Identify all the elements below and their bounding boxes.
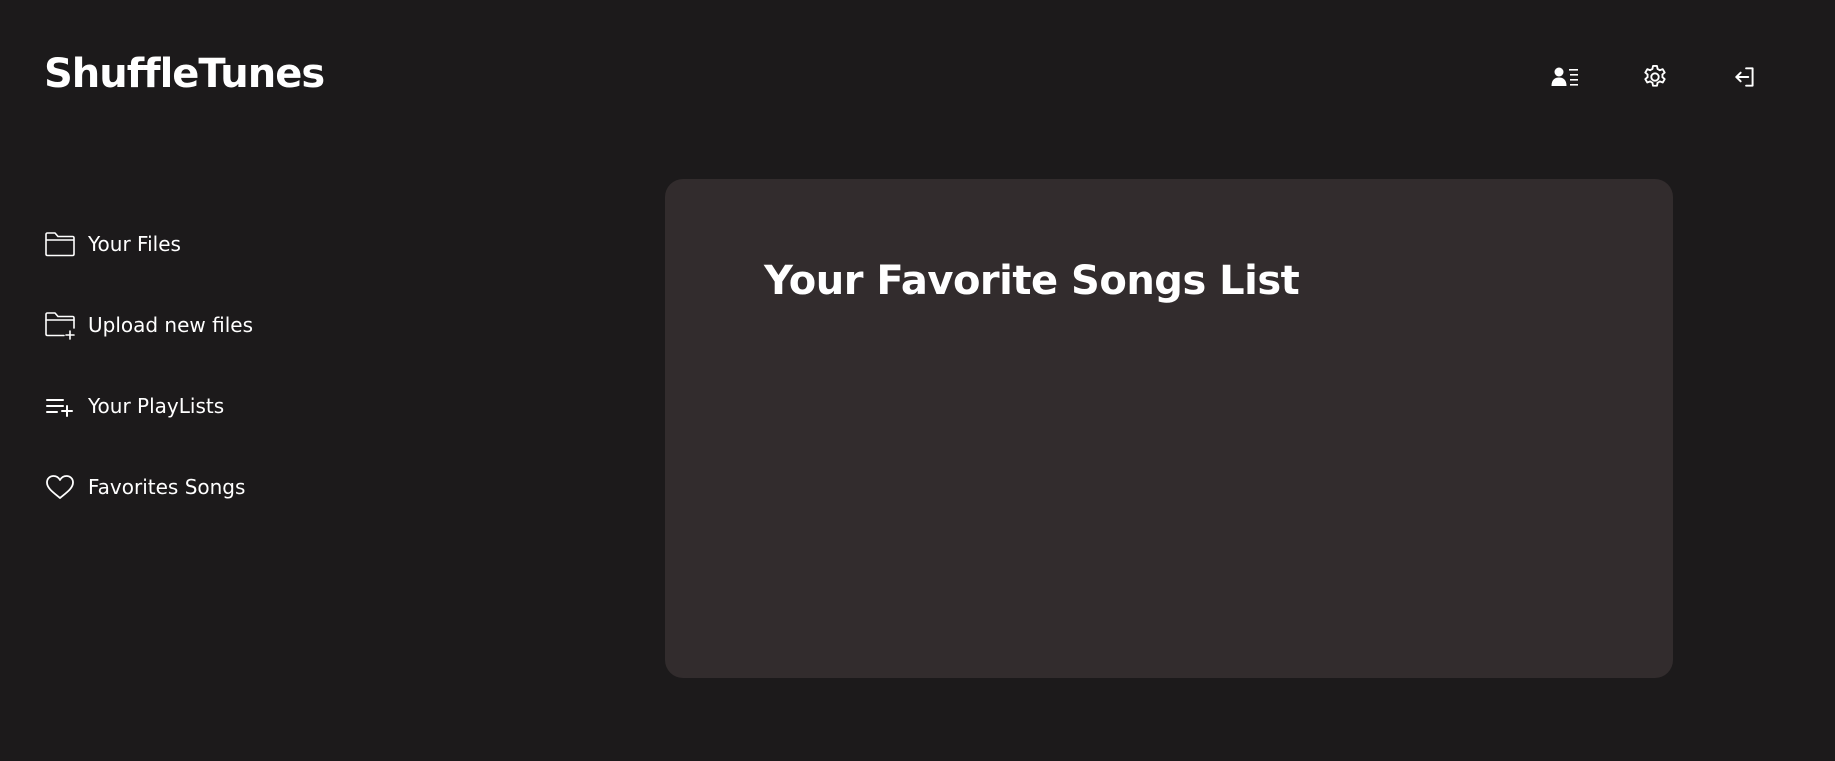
sidebar-item-label: Favorites Songs bbox=[88, 475, 246, 499]
page-title: Your Favorite Songs List bbox=[764, 257, 1300, 304]
favorites-panel: Your Favorite Songs List bbox=[665, 179, 1673, 678]
app-logo[interactable]: ShuffleTunes bbox=[44, 48, 325, 100]
sidebar-item-label: Your Files bbox=[88, 232, 181, 256]
logout-button[interactable] bbox=[1730, 62, 1760, 92]
heart-icon bbox=[44, 471, 76, 503]
app-root: ShuffleTunes Your Files Upload new files… bbox=[0, 0, 1835, 761]
sidebar: Your Files Upload new files Your PlayLis… bbox=[44, 224, 364, 548]
folder-icon bbox=[44, 228, 76, 260]
sidebar-item-your-files[interactable]: Your Files bbox=[44, 224, 364, 264]
sign-in-arrow-icon bbox=[1735, 67, 1754, 87]
sidebar-item-your-playlists[interactable]: Your PlayLists bbox=[44, 386, 364, 426]
profile-button[interactable] bbox=[1550, 62, 1580, 92]
sidebar-item-upload-new-files[interactable]: Upload new files bbox=[44, 305, 364, 345]
playlist-add-icon bbox=[44, 390, 76, 422]
user-list-icon bbox=[1551, 67, 1578, 86]
sidebar-item-label: Upload new files bbox=[88, 313, 254, 337]
header-actions bbox=[1550, 62, 1760, 92]
settings-button[interactable] bbox=[1640, 62, 1670, 92]
folder-plus-icon bbox=[44, 309, 76, 341]
sidebar-item-label: Your PlayLists bbox=[88, 394, 225, 418]
sidebar-item-favorites-songs[interactable]: Favorites Songs bbox=[44, 467, 364, 507]
gear-icon bbox=[1644, 64, 1666, 87]
